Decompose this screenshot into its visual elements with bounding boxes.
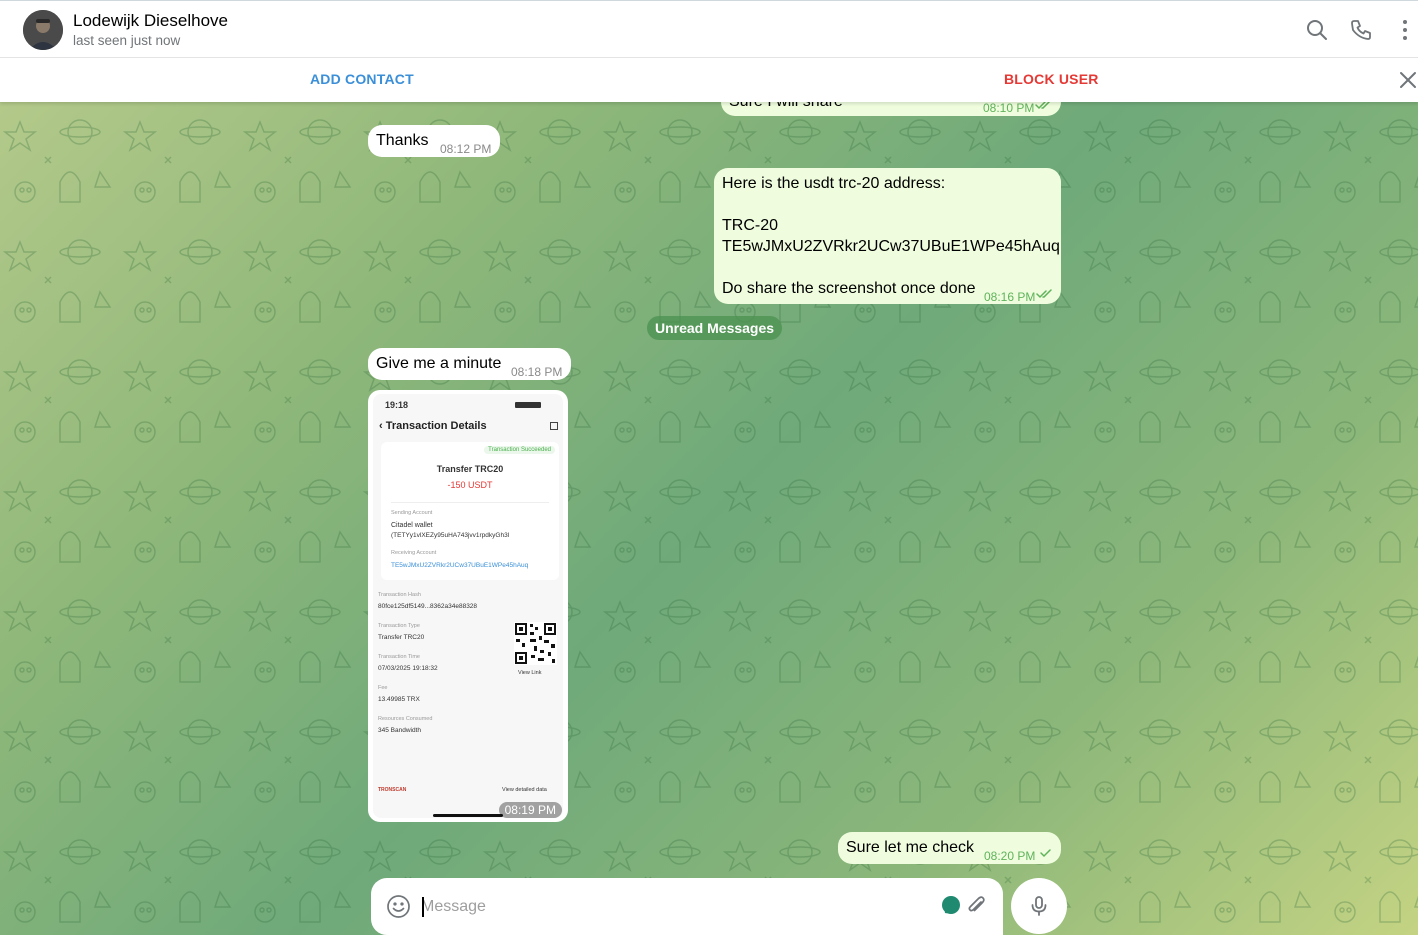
message-bubble[interactable]: Give me a minute 08:18 PM — [368, 348, 571, 380]
message-text: Sure I will share — [729, 102, 843, 113]
check-icon — [1040, 849, 1051, 858]
tx-time: 07/03/2025 19:18:32 — [378, 665, 438, 672]
message-text: Give me a minute — [376, 355, 502, 372]
message-input[interactable] — [421, 892, 921, 922]
message-time: 08:16 PM — [984, 290, 1036, 304]
transfer-label: Transfer TRC20 — [436, 464, 504, 474]
qr-code-icon — [514, 622, 557, 665]
divider — [391, 502, 549, 503]
view-details: View detailed data — [502, 787, 547, 793]
sticker-icon[interactable] — [941, 895, 961, 915]
close-icon[interactable] — [1398, 70, 1418, 90]
contact-status: last seen just now — [73, 33, 181, 48]
message-line: Here is the usdt trc-20 address: — [722, 175, 946, 192]
background-pattern — [0, 102, 1418, 935]
status-time: 19:18 — [385, 400, 409, 410]
message-time: 08:18 PM — [511, 365, 563, 379]
message-composer — [371, 878, 1003, 935]
phone-icon[interactable] — [1349, 18, 1373, 42]
message-bubble[interactable]: Thanks 08:12 PM — [368, 125, 500, 157]
status-icons — [515, 402, 541, 408]
transaction-card: Transaction Succeeded Transfer TRC20 -15… — [381, 442, 559, 580]
text-cursor — [422, 897, 424, 917]
sending-label: Sending Account — [391, 510, 433, 516]
message-time: 08:12 PM — [440, 142, 492, 156]
message-time: 08:19 PM — [498, 802, 562, 818]
fee: 13.49985 TRX — [378, 696, 420, 703]
more-vertical-icon[interactable] — [1393, 18, 1417, 42]
message-bubble[interactable]: Here is the usdt trc-20 address: TRC-20 … — [714, 168, 1061, 304]
photo-message[interactable]: 19:18 ‹ Transaction Details Transaction … — [368, 390, 568, 822]
tx-hash-label: Transaction Hash — [378, 592, 421, 598]
tx-type: Transfer TRC20 — [378, 634, 425, 641]
emoji-icon[interactable] — [386, 894, 411, 919]
contact-action-bar: ADD CONTACT BLOCK USER — [0, 58, 1418, 102]
success-badge: Transaction Succeeded — [484, 446, 555, 454]
message-bubble[interactable]: Sure I will share 08:10 PM — [721, 102, 1061, 116]
block-user-button[interactable]: BLOCK USER — [1004, 71, 1099, 87]
message-bubble[interactable]: Sure let me check 08:20 PM — [838, 832, 1061, 864]
message-time: 08:20 PM — [984, 849, 1036, 863]
view-link: View Link — [518, 670, 542, 676]
fee-label: Fee — [378, 685, 388, 691]
message-text: Thanks — [376, 132, 429, 149]
receiving-address: TE5wJMxU2ZVRkr2UCw37UBuE1WPe45hAuq — [391, 562, 529, 569]
home-indicator — [433, 814, 503, 817]
sending-wallet: Citadel wallet — [391, 522, 433, 529]
contact-name[interactable]: Lodewijk Dieselhove — [73, 11, 228, 31]
chat-area[interactable]: Sure I will share 08:10 PM Thanks 08:12 … — [0, 102, 1418, 935]
add-contact-button[interactable]: ADD CONTACT — [310, 71, 414, 87]
microphone-button[interactable] — [1011, 878, 1067, 934]
message-text: Sure let me check — [846, 839, 975, 856]
amount: -150 USDT — [447, 480, 493, 490]
brand-logo: TRONSCAN — [378, 787, 407, 793]
paperclip-icon[interactable] — [965, 895, 987, 917]
message-line: TRC-20 — [722, 217, 779, 234]
sending-address: (TETYy1vlXEZy95uHA743jvv1rpdkyGh3l — [391, 532, 510, 539]
screenshot-title: ‹ Transaction Details — [379, 420, 487, 432]
search-icon[interactable] — [1305, 18, 1329, 42]
double-check-icon — [1036, 289, 1052, 299]
double-check-icon — [1035, 102, 1051, 110]
unread-messages-divider: Unread Messages — [647, 316, 783, 340]
resources-label: Resources Consumed — [378, 716, 433, 722]
chat-header: Lodewijk Dieselhove last seen just now — [0, 0, 1418, 58]
message-time: 08:10 PM — [983, 102, 1035, 115]
tx-type-label: Transaction Type — [378, 623, 420, 629]
message-line: TE5wJMxU2ZVRkr2UCw37UBuE1WPe45hAuq — [722, 238, 1060, 255]
microphone-icon — [1031, 896, 1047, 916]
share-icon — [550, 422, 558, 430]
screenshot-image: 19:18 ‹ Transaction Details Transaction … — [373, 394, 563, 818]
message-line: Do share the screenshot once done — [722, 280, 976, 297]
resources: 345 Bandwidth — [378, 727, 422, 734]
tx-hash: 80fce125df5149...8362a34e88328 — [378, 603, 478, 610]
avatar[interactable] — [23, 10, 63, 50]
tx-time-label: Transaction Time — [378, 654, 420, 660]
receiving-label: Receiving Account — [391, 550, 437, 556]
